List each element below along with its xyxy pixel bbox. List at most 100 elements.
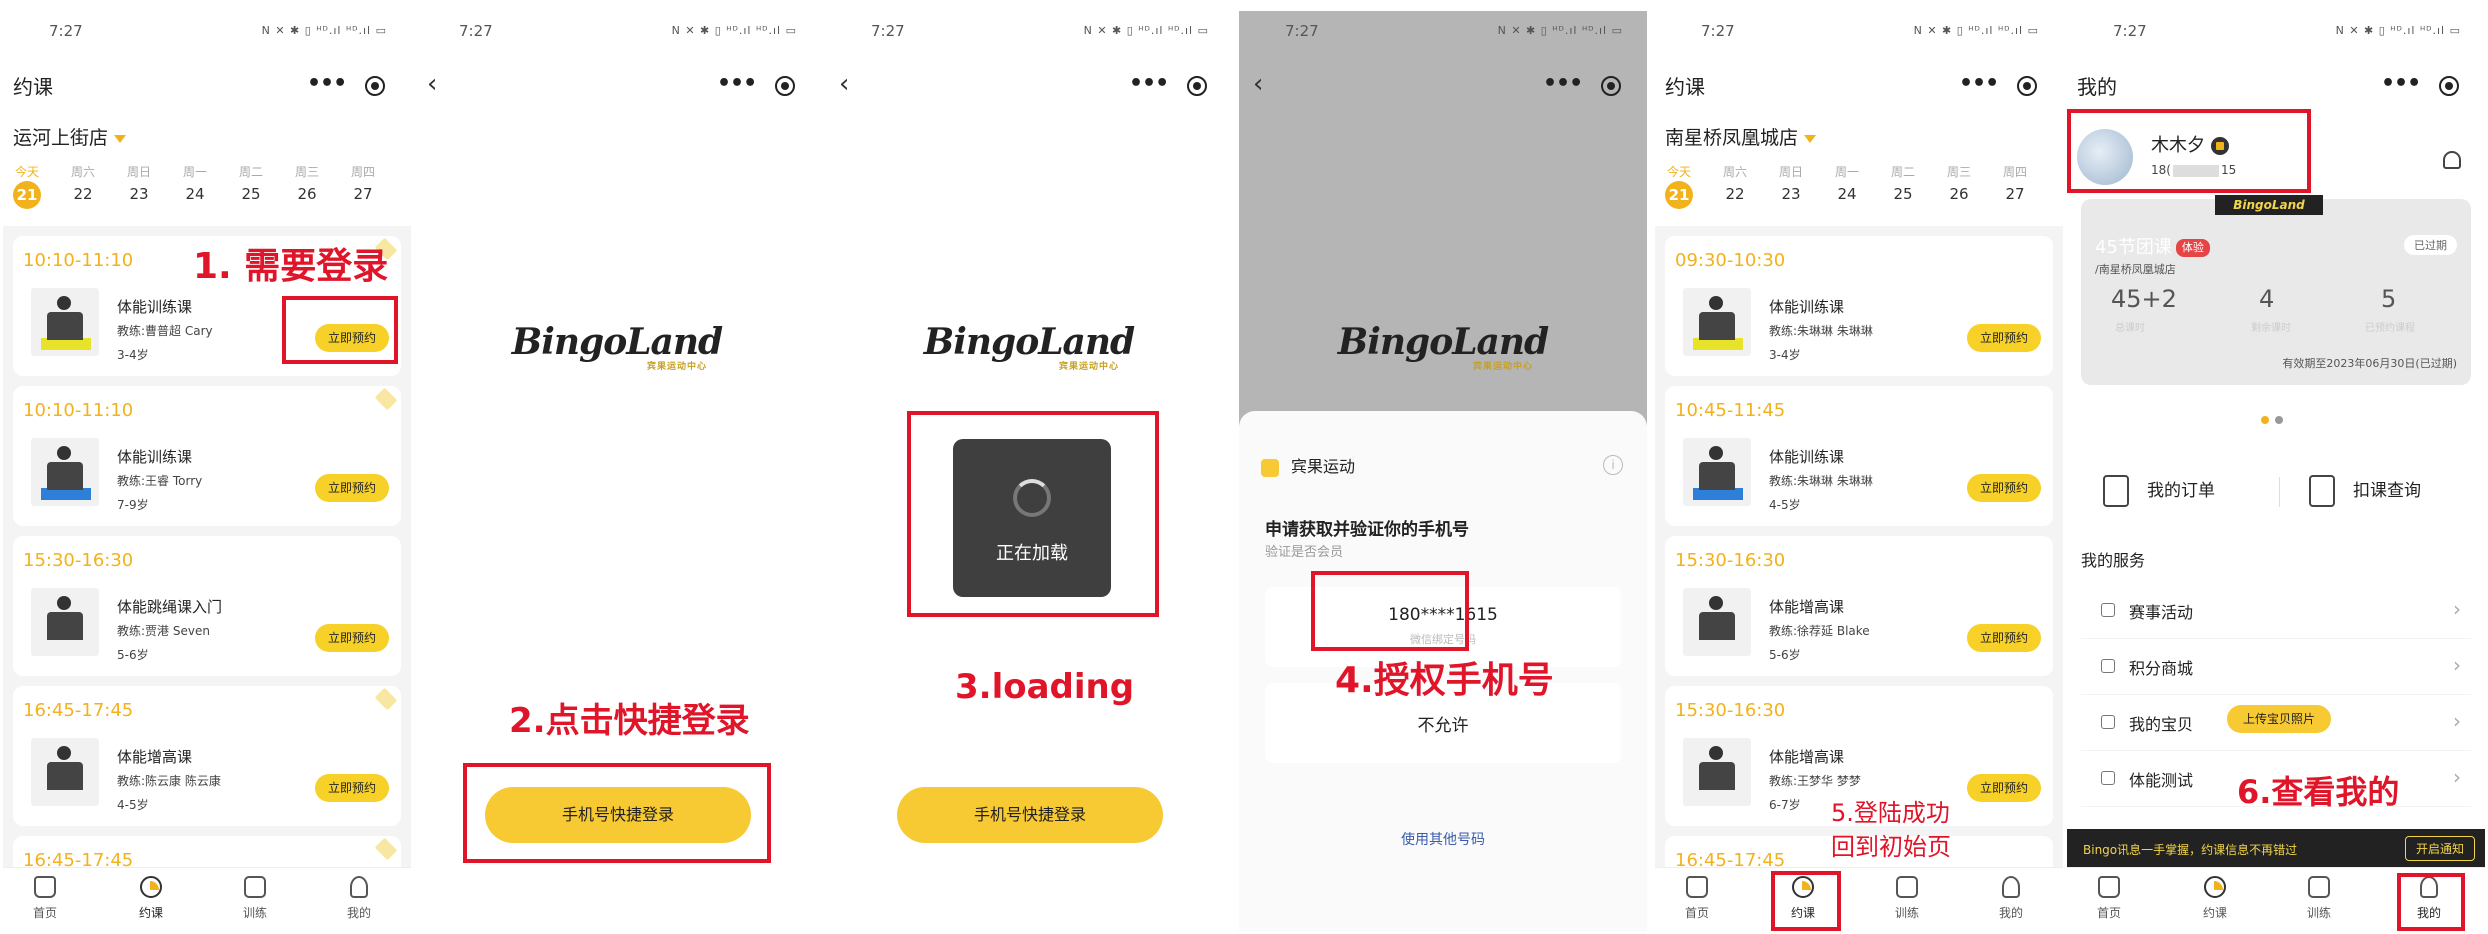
more-icon[interactable]: ••• [1959,71,1999,96]
close-miniapp-icon[interactable] [365,76,385,96]
day-item[interactable]: 周二 25 [1883,163,1923,203]
tab-home[interactable]: 首页 [15,876,75,921]
back-icon[interactable]: ‹ [1253,69,1263,99]
store-name: 运河上街店 [13,127,109,149]
card-store: /南星桥凤凰城店 [2095,263,2176,276]
day-number: 25 [1893,185,1913,203]
store-selector[interactable]: 运河上街店 [13,123,127,150]
highlight-box [463,763,771,863]
day-label: 周日 [126,165,151,179]
more-icon[interactable]: ••• [2381,71,2421,96]
status-bar: 7:27 N ✕ ✱ ▯ ᴴᴰ.ıl ᴴᴰ.ıl ▭ [3,22,411,48]
use-other-number-link[interactable]: 使用其他号码 [1239,829,1647,849]
tab-home[interactable]: 首页 [1667,876,1727,921]
day-item[interactable]: 周四 27 [343,163,383,203]
logo-text: BingoLand [1337,321,1549,363]
day-item[interactable]: 周一 24 [175,163,215,203]
book-now-button[interactable]: 立即预约 [1967,324,2041,352]
class-coach: 教练:王梦华 梦梦 [1769,774,1861,788]
tab-booking[interactable]: 约课 [121,876,181,921]
class-coach: 教练:徐荐延 Blake [1769,624,1870,638]
deduction-query-label: 扣课查询 [2353,481,2421,501]
status-icons: N ✕ ✱ ▯ ᴴᴰ.ıl ᴴᴰ.ıl ▭ [2335,24,2461,37]
day-today[interactable]: 今天 21 [1659,163,1699,209]
nav-bar: 我的 ••• [2067,63,2485,111]
book-now-button[interactable]: 立即预约 [1967,474,2041,502]
close-miniapp-icon[interactable] [775,76,795,96]
phone-quick-login-button[interactable]: 手机号快捷登录 [897,787,1163,843]
class-time: 10:10-11:10 [23,400,134,421]
class-card[interactable]: 09:30-10:30 体能训练课 教练:朱琳琳 朱琳琳 3-4岁 立即预约 [1665,236,2053,376]
bell-icon[interactable] [2443,151,2461,169]
my-orders-button[interactable]: 我的订单 [2103,475,2215,507]
back-icon[interactable]: ‹ [839,69,849,99]
day-item[interactable]: 周三 26 [1939,163,1979,203]
miniapp-capsule: ••• [699,69,809,103]
book-now-button[interactable]: 立即预约 [315,474,389,502]
day-item[interactable]: 周日 23 [119,163,159,203]
more-icon[interactable]: ••• [1129,71,1169,96]
day-item[interactable]: 周一 24 [1827,163,1867,203]
close-miniapp-icon[interactable] [2017,76,2037,96]
day-item[interactable]: 周二 25 [231,163,271,203]
booked-classes-label: 已预约课程 [2365,323,2415,334]
class-card[interactable]: 15:30-16:30 体能跳绳课入门 教练:贾港 Seven 5-6岁 立即预约 [13,536,401,676]
service-item[interactable]: 积分商城 › [2081,639,2471,695]
upload-photo-button[interactable]: 上传宝贝照片 [2227,705,2331,733]
book-now-button[interactable]: 立即预约 [1967,624,2041,652]
close-miniapp-icon[interactable] [2439,76,2459,96]
class-card[interactable]: 10:45-11:45 体能训练课 教练:朱琳琳 朱琳琳 4-5岁 立即预约 [1665,386,2053,526]
class-thumbnail [1683,438,1751,506]
tab-training[interactable]: 训练 [225,876,285,921]
class-thumbnail [31,438,99,506]
tab-me[interactable]: 我的 [1981,876,2041,921]
more-icon[interactable]: ••• [307,71,347,96]
chevron-right-icon: › [2453,653,2461,677]
step-annotation: 3.loading [955,667,1135,707]
store-selector[interactable]: 南星桥凤凰城店 [1665,123,1817,150]
tab-booking[interactable]: 约课 [2185,876,2245,921]
info-icon[interactable]: i [1603,455,1623,475]
deduction-query-button[interactable]: 扣课查询 [2309,475,2421,507]
class-card[interactable]: 15:30-16:30 体能增高课 教练:徐荐延 Blake 5-6岁 立即预约 [1665,536,2053,676]
day-item[interactable]: 周四 27 [1995,163,2035,203]
document-icon [2308,876,2330,898]
search-document-icon [2309,475,2335,507]
tab-training[interactable]: 训练 [1877,876,1937,921]
more-icon[interactable]: ••• [717,71,757,96]
day-today[interactable]: 今天 21 [7,163,47,209]
tab-home[interactable]: 首页 [2079,876,2139,921]
tab-label: 训练 [242,906,267,920]
corner-ribbon-icon [374,687,398,711]
day-item[interactable]: 周六 22 [63,163,103,203]
day-item[interactable]: 周三 26 [287,163,327,203]
day-item[interactable]: 周六 22 [1715,163,1755,203]
person-icon [350,876,368,898]
service-item[interactable]: 我的宝贝 上传宝贝照片 › [2081,695,2471,751]
page-title: 约课 [13,75,53,99]
status-bar: 7:27 N ✕ ✱ ▯ ᴴᴰ.ıl ᴴᴰ.ıl ▭ [1655,22,2063,48]
service-item[interactable]: 赛事活动 › [2081,583,2471,639]
book-now-button[interactable]: 立即预约 [1967,774,2041,802]
enable-notification-button[interactable]: 开启通知 [2404,836,2475,861]
date-strip: 今天 21 周六 22 周日 23 周一 24 周二 25 周三 26 周四 27 [1655,163,2063,213]
tab-me[interactable]: 我的 [329,876,389,921]
clipboard-icon [2103,475,2129,507]
class-card[interactable]: 16:45-17:45 体能增高课 教练:陈云康 陈云康 4-5岁 立即预约 [13,686,401,826]
screen-loading: 7:27 N ✕ ✱ ▯ ᴴᴰ.ıl ᴴᴰ.ıl ▭ ‹ ••• BingoLand… [825,11,1233,931]
more-icon[interactable]: ••• [1543,71,1583,96]
class-card[interactable]: 10:10-11:10 体能训练课 教练:王睿 Torry 7-9岁 立即预约 [13,386,401,526]
book-now-button[interactable]: 立即预约 [315,774,389,802]
day-number: 21 [1665,181,1693,209]
close-miniapp-icon[interactable] [1601,76,1621,96]
back-icon[interactable]: ‹ [427,69,437,99]
screen-my-profile: 7:27 N ✕ ✱ ▯ ᴴᴰ.ıl ᴴᴰ.ıl ▭ 我的 ••• 木木夕 18(15… [2067,11,2485,931]
membership-card[interactable]: BingoLand 45节团课 体验 /南星桥凤凰城店 已过期 45+2 总课时 … [2081,195,2471,385]
day-item[interactable]: 周日 23 [1771,163,1811,203]
service-label: 积分商城 [2129,659,2194,678]
tab-training[interactable]: 训练 [2289,876,2349,921]
book-now-button[interactable]: 立即预约 [315,624,389,652]
class-name: 体能训练课 [1769,298,1845,316]
day-label: 周六 [1722,165,1747,179]
close-miniapp-icon[interactable] [1187,76,1207,96]
